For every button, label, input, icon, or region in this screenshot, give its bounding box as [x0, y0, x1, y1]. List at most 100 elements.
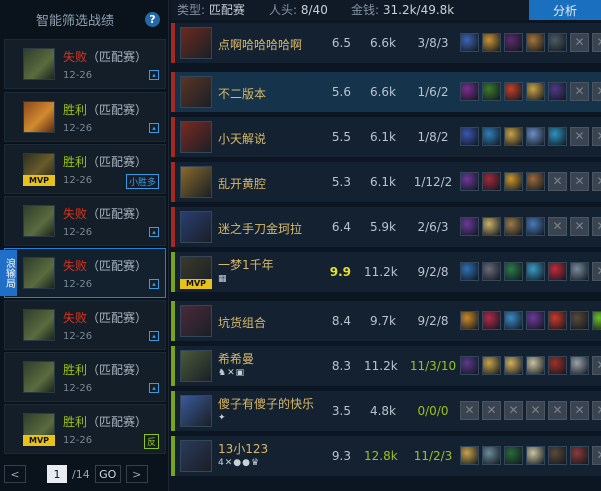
item-icon[interactable] [482, 33, 501, 52]
item-icon[interactable] [482, 311, 501, 330]
champion-avatar[interactable] [180, 305, 212, 337]
item-icon[interactable] [482, 127, 501, 146]
item-icon[interactable] [526, 446, 545, 465]
player-row[interactable]: 13小1234✕●●♛ 9.3 12.8k 11/2/3 ✕ [171, 436, 601, 476]
match-history-item[interactable]: 胜利（匹配赛） 12-26 ▴ [4, 352, 166, 402]
champion-avatar[interactable] [180, 166, 212, 198]
champion-avatar[interactable] [180, 440, 212, 472]
item-icon[interactable] [526, 217, 545, 236]
item-icon[interactable] [460, 311, 479, 330]
screenshot-icon[interactable]: ▴ [149, 383, 159, 393]
item-icon[interactable] [482, 446, 501, 465]
match-history-item[interactable]: 失败（匹配赛） 12-26 ▴ [4, 248, 166, 298]
player-row[interactable]: 不二版本 5.6 6.6k 1/6/2 ✕✕ [171, 72, 601, 112]
item-icon[interactable] [548, 311, 567, 330]
player-score: 5.6 [331, 85, 351, 99]
item-icon[interactable] [570, 311, 589, 330]
player-row[interactable]: MVP 一梦1千年▦ 9.9 11.2k 9/2/8 ✕ [171, 252, 601, 292]
player-row[interactable]: 乱开黄腔5.36.1k1/12/2✕✕✕ [171, 162, 601, 202]
player-name[interactable]: 坑货组合 [218, 314, 266, 331]
item-icon[interactable] [504, 127, 523, 146]
match-history-item[interactable]: MVP 胜利（匹配赛） 12-26 小胜多 [4, 144, 166, 194]
match-history-item[interactable]: 失败（匹配赛） 12-26 ▴ [4, 300, 166, 350]
item-icon[interactable] [482, 82, 501, 101]
item-icon[interactable] [460, 33, 479, 52]
champion-avatar[interactable] [180, 395, 212, 427]
item-icon[interactable] [504, 33, 523, 52]
champion-avatar[interactable] [180, 76, 212, 108]
prev-page-button[interactable]: < [4, 465, 26, 483]
champion-avatar[interactable] [180, 27, 212, 59]
go-button[interactable]: GO [94, 465, 121, 483]
item-icon[interactable] [526, 33, 545, 52]
item-icon[interactable] [460, 127, 479, 146]
player-name[interactable]: 13小123 [218, 440, 268, 457]
item-icon[interactable] [526, 127, 545, 146]
item-icon[interactable] [504, 446, 523, 465]
item-icon[interactable] [460, 446, 479, 465]
screenshot-icon[interactable]: ▴ [149, 331, 159, 341]
item-icon[interactable] [504, 311, 523, 330]
item-icon[interactable] [548, 127, 567, 146]
player-name[interactable]: 傻子有傻子的快乐 [218, 395, 314, 412]
empty-item-slot: ✕ [592, 356, 601, 375]
player-row[interactable]: 点啊哈哈哈哈啊 6.5 6.6k 3/8/3 ✕✕ [171, 23, 601, 63]
player-name[interactable]: 希希曼 [218, 350, 254, 367]
player-name[interactable]: 迷之手刀金珂拉 [218, 220, 302, 237]
player-name[interactable]: 小天解说 [218, 130, 266, 147]
item-icon[interactable] [460, 172, 479, 191]
item-icon[interactable] [482, 262, 501, 281]
item-icon[interactable] [570, 262, 589, 281]
champion-avatar[interactable] [180, 121, 212, 153]
player-row[interactable]: 迷之手刀金珂拉6.45.9k2/6/3✕✕✕ [171, 207, 601, 247]
match-history-item[interactable]: 失败（匹配赛） 12-26 ▴ [4, 196, 166, 246]
screenshot-icon[interactable]: ▴ [149, 279, 159, 289]
player-row[interactable]: 希希曼♞✕▣ 8.3 11.2k 11/3/10 ✕ [171, 346, 601, 386]
analyze-button[interactable]: 分析 [529, 0, 601, 20]
champion-avatar[interactable] [180, 211, 212, 243]
item-icon[interactable] [548, 82, 567, 101]
item-icon[interactable] [526, 82, 545, 101]
item-icon[interactable] [504, 172, 523, 191]
match-history-item[interactable]: MVP 胜利（匹配赛） 12-26 反 [4, 404, 166, 454]
player-name[interactable]: 点啊哈哈哈哈啊 [218, 36, 302, 53]
match-history-item[interactable]: 胜利（匹配赛） 12-26 ▴ [4, 92, 166, 142]
item-icon[interactable] [548, 262, 567, 281]
screenshot-icon[interactable]: ▴ [149, 227, 159, 237]
item-icon[interactable] [482, 172, 501, 191]
item-icon[interactable] [460, 82, 479, 101]
item-icon[interactable] [526, 311, 545, 330]
help-icon[interactable]: ? [145, 11, 160, 27]
item-icon[interactable] [526, 262, 545, 281]
player-name[interactable]: 乱开黄腔 [218, 175, 266, 192]
match-history-item[interactable]: 失败（匹配赛） 12-26 ▴ [4, 39, 166, 89]
item-icon[interactable] [526, 172, 545, 191]
item-icon[interactable] [526, 356, 545, 375]
item-icon[interactable] [504, 217, 523, 236]
item-icon[interactable] [482, 356, 501, 375]
page-total: /14 [72, 467, 90, 481]
next-page-button[interactable]: > [125, 465, 148, 483]
item-icon[interactable] [460, 262, 479, 281]
player-name[interactable]: 一梦1千年 [218, 256, 274, 273]
player-name[interactable]: 不二版本 [218, 85, 266, 102]
item-icon[interactable] [570, 356, 589, 375]
item-icon[interactable] [460, 217, 479, 236]
player-row[interactable]: 小天解说 5.5 6.1k 1/8/2 ✕✕ [171, 117, 601, 157]
item-icon[interactable] [592, 311, 601, 330]
item-icon[interactable] [548, 356, 567, 375]
player-row[interactable]: 傻子有傻子的快乐✦3.54.8k0/0/0✕✕✕✕✕✕✕ [171, 391, 601, 431]
item-icon[interactable] [504, 262, 523, 281]
page-number-input[interactable]: 1 [47, 465, 67, 483]
item-icon[interactable] [504, 356, 523, 375]
screenshot-icon[interactable]: ▴ [149, 70, 159, 80]
item-icon[interactable] [460, 356, 479, 375]
item-icon[interactable] [570, 446, 589, 465]
item-icon[interactable] [504, 82, 523, 101]
item-icon[interactable] [548, 446, 567, 465]
player-row[interactable]: 坑货组合 8.4 9.7k 9/2/8 [171, 301, 601, 341]
champion-avatar[interactable] [180, 350, 212, 382]
screenshot-icon[interactable]: ▴ [149, 123, 159, 133]
item-icon[interactable] [548, 33, 567, 52]
item-icon[interactable] [482, 217, 501, 236]
